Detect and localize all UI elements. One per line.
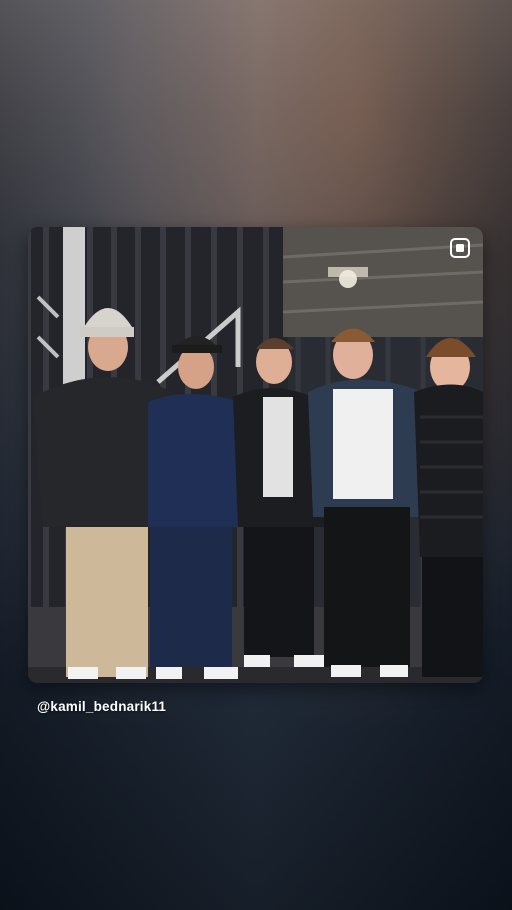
photo-illustration bbox=[28, 227, 483, 683]
person-5 bbox=[414, 338, 483, 677]
caption-username[interactable]: @kamil_bednarik11 bbox=[37, 699, 166, 714]
shared-photo[interactable] bbox=[28, 227, 483, 683]
